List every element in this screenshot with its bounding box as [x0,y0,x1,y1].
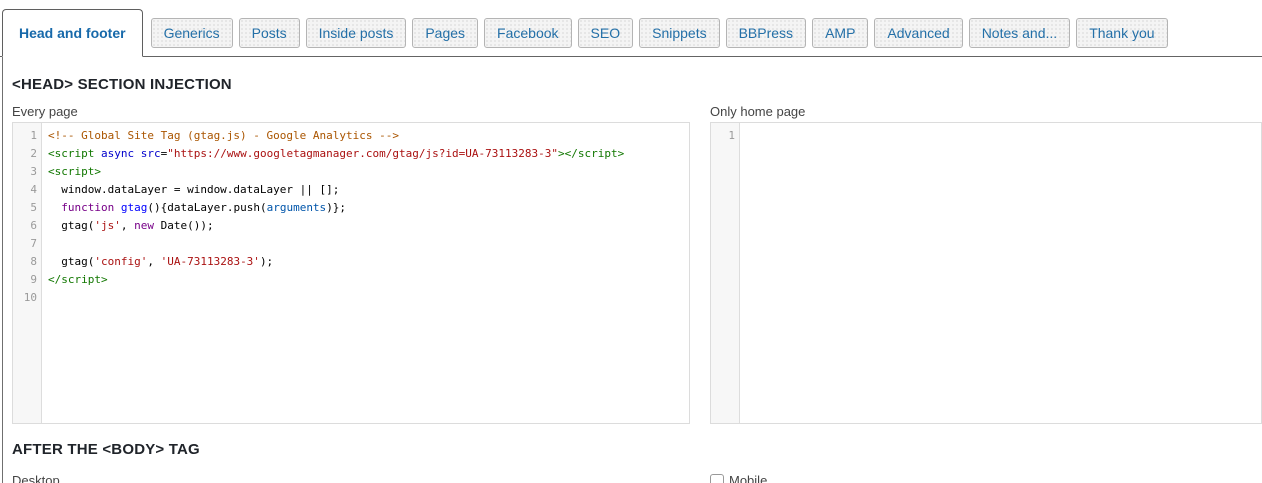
tab-generics[interactable]: Generics [151,18,233,48]
tab-seo[interactable]: SEO [578,18,634,48]
tab-amp[interactable]: AMP [812,18,868,48]
mobile-label: Mobile [729,473,767,483]
every-page-label: Every page [12,104,690,119]
tab-posts[interactable]: Posts [239,18,300,48]
panel-left-border [2,57,3,483]
tab-snippets[interactable]: Snippets [639,18,719,48]
desktop-label: Desktop [12,473,690,483]
tab-facebook[interactable]: Facebook [484,18,571,48]
tab-bar: Head and footer GenericsPostsInside posts… [0,0,1262,57]
tab-pages[interactable]: Pages [412,18,478,48]
home-page-editor[interactable]: 1 [710,122,1262,424]
editor-line-numbers: 1 [711,123,740,423]
body-section-title: AFTER THE <BODY> TAG [12,441,1262,458]
every-page-editor[interactable]: 12345678910 <!-- Global Site Tag (gtag.j… [12,122,690,424]
editor-line-numbers: 12345678910 [13,123,42,423]
editor-code-area[interactable]: <!-- Global Site Tag (gtag.js) - Google … [42,123,689,423]
tab-bbpress[interactable]: BBPress [726,18,806,48]
tab-notes-and[interactable]: Notes and... [969,18,1071,48]
mobile-toggle-row: Mobile [710,473,1262,483]
tab-head-and-footer[interactable]: Head and footer [2,9,143,57]
mobile-checkbox[interactable] [710,474,724,483]
head-section-title: <HEAD> SECTION INJECTION [12,76,1262,93]
home-page-label: Only home page [710,104,1262,119]
tab-thank-you[interactable]: Thank you [1076,18,1167,48]
editor-code-area[interactable] [740,123,1261,423]
tab-inside-posts[interactable]: Inside posts [306,18,407,48]
tab-advanced[interactable]: Advanced [874,18,962,48]
settings-panel: <HEAD> SECTION INJECTION Every page 1234… [0,76,1262,483]
